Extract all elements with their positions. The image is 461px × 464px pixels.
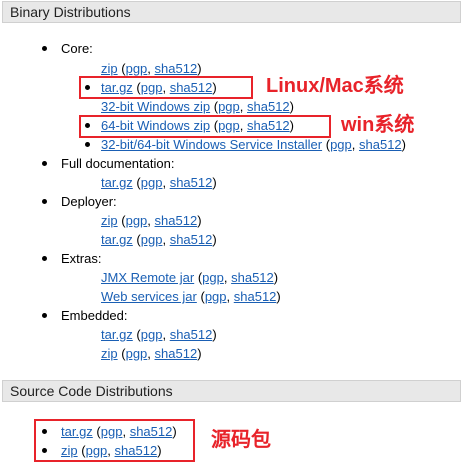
core-service-installer-sha512-link[interactable]: sha512: [359, 137, 402, 152]
extras-web-services-jar-link[interactable]: Web services jar: [101, 289, 197, 304]
embedded-targz-link[interactable]: tar.gz: [101, 327, 133, 342]
core-win32-sha512-link[interactable]: sha512: [247, 99, 290, 114]
deployer-zip-sha512-link[interactable]: sha512: [155, 213, 198, 228]
binary-distributions-header: Binary Distributions: [2, 1, 461, 23]
bullet: [42, 256, 47, 261]
comma: ,: [239, 99, 248, 114]
paren-close: ): [401, 137, 406, 152]
embedded-zip-pgp-link[interactable]: pgp: [126, 346, 148, 361]
extras-jmx-sha512-link[interactable]: sha512: [231, 270, 274, 285]
bullet: [85, 142, 90, 147]
extras-label: Extras:: [61, 251, 102, 266]
comma: ,: [147, 61, 155, 76]
source-code-distributions-header: Source Code Distributions: [2, 380, 461, 402]
deployer-targz-sha512-link[interactable]: sha512: [170, 232, 213, 247]
core-win32-zip-link[interactable]: 32-bit Windows zip: [101, 99, 210, 114]
embedded-label: Embedded:: [61, 308, 128, 323]
comma: ,: [162, 232, 170, 247]
deployer-zip-pgp-link[interactable]: pgp: [126, 213, 148, 228]
core-zip-sha512-link[interactable]: sha512: [155, 61, 198, 76]
embedded-targz-row: tar.gz (pgp, sha512): [101, 327, 217, 343]
fulldoc-targz-link[interactable]: tar.gz: [101, 175, 133, 190]
paren-close: ): [273, 270, 279, 285]
deployer-zip-row: zip (pgp, sha512): [101, 213, 202, 229]
core-zip-link[interactable]: zip: [101, 61, 118, 76]
deployer-targz-pgp-link[interactable]: pgp: [141, 232, 163, 247]
bullet: [42, 46, 47, 51]
extras-webservices-row: Web services jar (pgp, sha512): [101, 289, 281, 305]
highlight-box-source: [34, 419, 195, 462]
extras-jmx-pgp-link[interactable]: pgp: [202, 270, 224, 285]
fulldoc-targz-pgp-link[interactable]: pgp: [141, 175, 163, 190]
annotation-linux-mac: Linux/Mac系统: [266, 75, 404, 97]
full-documentation-label: Full documentation:: [61, 156, 175, 171]
annotation-source: 源码包: [211, 429, 271, 451]
core-service-installer-link[interactable]: 32-bit/64-bit Windows Service Installer: [101, 137, 322, 152]
extras-webservices-sha512-link[interactable]: sha512: [234, 289, 277, 304]
embedded-targz-sha512-link[interactable]: sha512: [170, 327, 213, 342]
core-zip-row: zip (pgp, sha512): [101, 61, 202, 77]
embedded-zip-link[interactable]: zip: [101, 346, 118, 361]
highlight-box-win: [79, 115, 331, 138]
extras-jmx-remote-jar-link[interactable]: JMX Remote jar: [101, 270, 194, 285]
comma: ,: [226, 289, 234, 304]
paren-close: ): [276, 289, 281, 304]
annotation-win: win系统: [341, 114, 415, 136]
bullet: [42, 313, 47, 318]
comma: ,: [162, 327, 170, 342]
deployer-targz-link[interactable]: tar.gz: [101, 232, 133, 247]
core-zip-pgp-link[interactable]: pgp: [126, 61, 148, 76]
embedded-zip-sha512-link[interactable]: sha512: [155, 346, 198, 361]
core-win32-pgp-link[interactable]: pgp: [218, 99, 240, 114]
core-service-installer-pgp-link[interactable]: pgp: [330, 137, 352, 152]
highlight-box-linux-mac: [79, 76, 253, 99]
fulldoc-targz-row: tar.gz (pgp, sha512): [101, 175, 217, 191]
core-label: Core:: [61, 41, 93, 56]
paren-close: ): [197, 346, 202, 361]
comma: ,: [351, 137, 359, 152]
core-service-installer-row: 32-bit/64-bit Windows Service Installer …: [101, 137, 406, 153]
paren-close: ): [212, 327, 217, 342]
bullet: [42, 199, 47, 204]
deployer-targz-row: tar.gz (pgp, sha512): [101, 232, 217, 248]
embedded-zip-row: zip (pgp, sha512): [101, 346, 202, 362]
paren-close: ): [197, 61, 202, 76]
deployer-zip-link[interactable]: zip: [101, 213, 118, 228]
embedded-targz-pgp-link[interactable]: pgp: [141, 327, 163, 342]
core-win32-row: 32-bit Windows zip (pgp, sha512): [101, 99, 294, 115]
comma: ,: [162, 175, 170, 190]
extras-webservices-pgp-link[interactable]: pgp: [205, 289, 227, 304]
comma: ,: [147, 346, 155, 361]
paren-close: ): [212, 232, 217, 247]
deployer-label: Deployer:: [61, 194, 117, 209]
paren-close: ): [289, 99, 295, 114]
bullet: [42, 161, 47, 166]
extras-jmx-row: JMX Remote jar (pgp, sha512): [101, 270, 278, 286]
comma: ,: [147, 213, 155, 228]
fulldoc-targz-sha512-link[interactable]: sha512: [170, 175, 213, 190]
paren-close: ): [212, 175, 217, 190]
paren-close: ): [197, 213, 202, 228]
